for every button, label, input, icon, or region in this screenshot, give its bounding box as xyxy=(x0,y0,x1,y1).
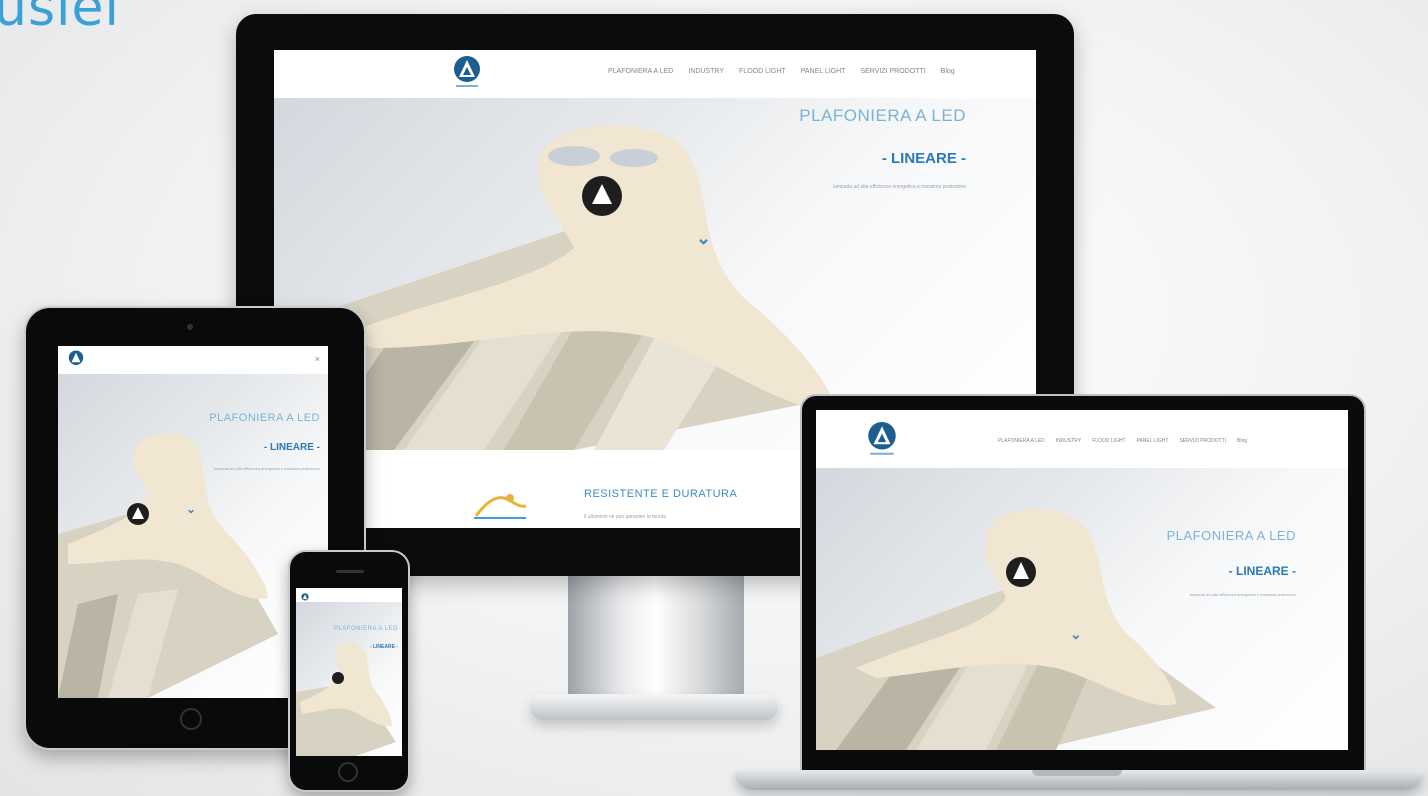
hero-subtitle: - LINEARE - xyxy=(1228,564,1296,578)
hero-section: PLAFONIERA A LED - LINEARE - lampada ad … xyxy=(816,468,1348,750)
nav-item-servizi[interactable]: SERVIZI PRODOTTI xyxy=(860,68,925,75)
hero-description: lampada ad alta efficienza energetica e … xyxy=(832,184,966,190)
nav-item-servizi[interactable]: SERVIZI PRODOTTI xyxy=(1179,438,1226,444)
feature-description: Il alluminio ne puo garantire la tenuta xyxy=(584,514,666,520)
hero-subtitle: - LINEARE - xyxy=(881,150,966,167)
scroll-down-chevron-icon[interactable]: ⌄ xyxy=(696,228,711,249)
site-header xyxy=(296,588,402,603)
nav-item-blog[interactable]: Blog xyxy=(1237,438,1247,444)
tablet-home-button[interactable] xyxy=(180,708,202,730)
monitor-stand-neck xyxy=(568,560,744,710)
nav-item-plafoniera[interactable]: PLAFONIERA A LED xyxy=(608,68,673,75)
phone-speaker xyxy=(336,570,364,573)
monitor-stand-base xyxy=(530,694,778,720)
nav-item-industry[interactable]: INDUSTRY xyxy=(1056,438,1081,444)
hero-title: PLAFONIERA A LED xyxy=(209,412,320,424)
hero-description: lampada ad alta efficienza energetica e … xyxy=(213,466,320,471)
phone-home-button[interactable] xyxy=(338,762,358,782)
laptop-notch xyxy=(1032,770,1122,776)
nav-item-industry[interactable]: INDUSTRY xyxy=(688,68,724,75)
site-header: × xyxy=(58,346,328,375)
hero-title: PLAFONIERA A LED xyxy=(1166,528,1296,543)
site-header: PLAFONIERA A LED INDUSTRY FLOOD LIGHT PA… xyxy=(816,410,1348,469)
site-header: PLAFONIERA A LED INDUSTRY FLOOD LIGHT PA… xyxy=(274,50,1036,99)
nav-item-flood-light[interactable]: FLOOD LIGHT xyxy=(1092,438,1125,444)
hero-product-image xyxy=(816,508,1216,750)
nav-item-flood-light[interactable]: FLOOD LIGHT xyxy=(739,68,786,75)
nav-item-panel-light[interactable]: PANEL LIGHT xyxy=(801,68,846,75)
main-nav: PLAFONIERA A LED INDUSTRY FLOOD LIGHT PA… xyxy=(998,438,1247,444)
feature-icon xyxy=(474,494,527,519)
hero-title: PLAFONIERA A LED xyxy=(799,106,966,125)
menu-toggle-icon[interactable]: × xyxy=(315,354,320,364)
hero-description: lampada ad alta efficienza energetica e … xyxy=(1189,592,1296,597)
laptop-screen: PLAFONIERA A LED INDUSTRY FLOOD LIGHT PA… xyxy=(816,410,1348,750)
site-logo-icon[interactable] xyxy=(66,350,86,375)
hero-section: PLAFONIERA A LED - LINEARE - xyxy=(296,602,402,756)
brand-wordmark-partial: usiel xyxy=(0,0,120,38)
scroll-down-chevron-icon[interactable]: ⌄ xyxy=(186,502,196,516)
hero-subtitle: - LINEARE - xyxy=(263,442,320,453)
main-nav: PLAFONIERA A LED INDUSTRY FLOOD LIGHT PA… xyxy=(608,68,955,75)
site-logo-icon[interactable] xyxy=(864,420,900,465)
nav-item-plafoniera[interactable]: PLAFONIERA A LED xyxy=(998,438,1045,444)
phone-screen: PLAFONIERA A LED - LINEARE - xyxy=(296,588,402,756)
nav-item-blog[interactable]: Blog xyxy=(941,68,955,75)
hero-subtitle: - LINEARE - xyxy=(369,644,398,650)
nav-item-panel-light[interactable]: PANEL LIGHT xyxy=(1137,438,1169,444)
site-logo-icon[interactable] xyxy=(450,55,484,96)
hero-title: PLAFONIERA A LED xyxy=(333,626,398,632)
scroll-down-chevron-icon[interactable]: ⌄ xyxy=(1070,626,1082,643)
tablet-camera xyxy=(187,324,193,330)
feature-title: RESISTENTE E DURATURA xyxy=(584,488,738,500)
